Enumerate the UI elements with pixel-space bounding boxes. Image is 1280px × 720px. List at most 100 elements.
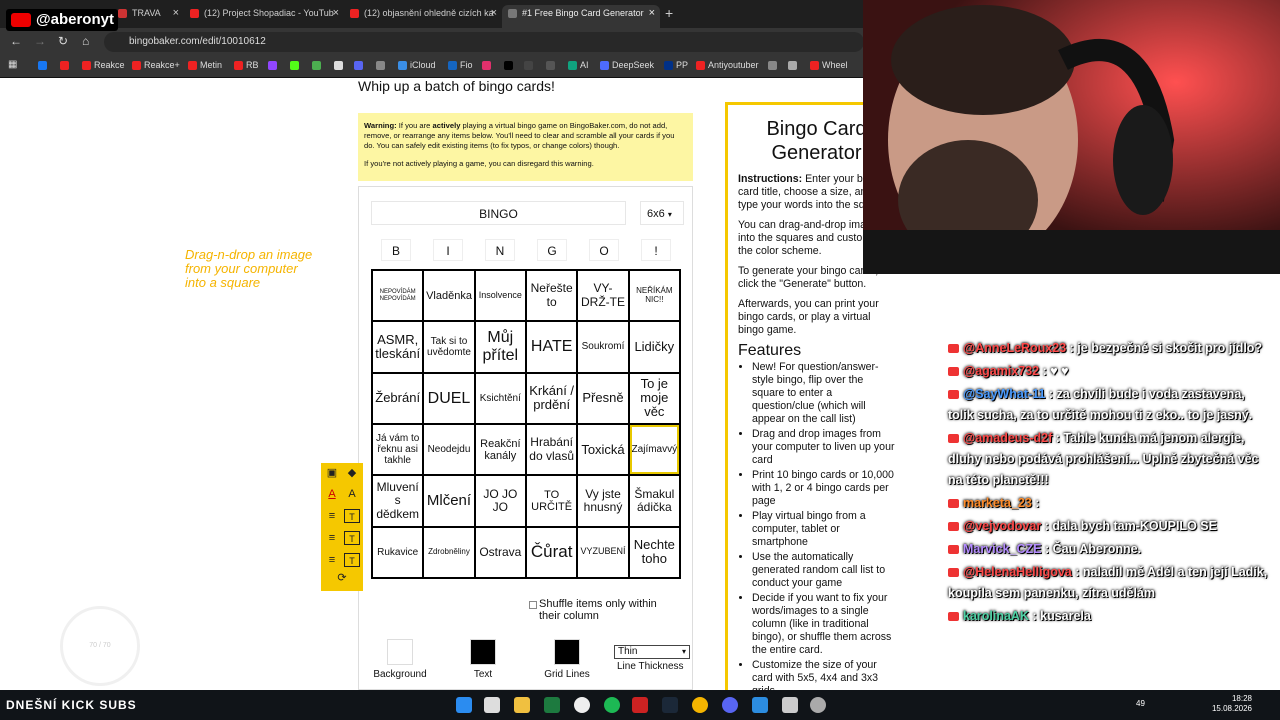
bingo-cell[interactable]: JO JO JO bbox=[474, 475, 526, 527]
bookmark-item[interactable]: Metin bbox=[188, 60, 222, 70]
chrome-icon[interactable] bbox=[692, 697, 708, 713]
bingo-cell[interactable]: HATE bbox=[525, 321, 578, 373]
image-icon[interactable]: ▣ bbox=[324, 466, 340, 480]
app-icon[interactable] bbox=[632, 697, 648, 713]
bingo-cell[interactable]: Reakční kanály bbox=[474, 423, 526, 476]
column-header-input[interactable]: B bbox=[381, 239, 411, 261]
refresh-icon[interactable]: ⟳ bbox=[334, 571, 350, 585]
bingo-cell[interactable]: Zajímavvý bbox=[628, 423, 680, 476]
font-size-icon[interactable]: A bbox=[344, 487, 360, 501]
bingo-cell[interactable]: Lidičky bbox=[628, 321, 680, 373]
column-header-input[interactable]: ! bbox=[641, 239, 671, 261]
bookmark-item[interactable]: RB bbox=[234, 60, 259, 70]
forward-icon[interactable]: → bbox=[34, 34, 46, 48]
text-color-icon[interactable]: A bbox=[324, 487, 340, 501]
bookmark-item[interactable]: Reakce bbox=[82, 60, 125, 70]
bingo-cell[interactable]: Šmakul ádička bbox=[628, 475, 680, 527]
bingo-cell[interactable]: Toxická bbox=[577, 423, 629, 476]
text-middle-icon[interactable]: T bbox=[344, 531, 360, 545]
back-icon[interactable]: ← bbox=[10, 34, 22, 48]
bingo-cell[interactable]: Rukavice bbox=[372, 526, 424, 578]
new-tab-button[interactable]: + bbox=[665, 5, 673, 21]
bingo-cell[interactable]: Žebrání bbox=[372, 372, 424, 424]
bingo-cell[interactable]: Můj přítel bbox=[474, 321, 526, 373]
discord-icon[interactable] bbox=[722, 697, 738, 713]
start-icon[interactable] bbox=[456, 697, 472, 713]
bingo-cell[interactable]: ASMR, tleskání bbox=[372, 321, 424, 373]
close-icon[interactable]: × bbox=[173, 5, 179, 22]
url-input[interactable]: bingobaker.com/edit/10010612 bbox=[104, 32, 864, 52]
background-color-swatch[interactable] bbox=[387, 639, 413, 665]
paint-bucket-icon[interactable]: ◆ bbox=[344, 466, 360, 480]
bookmark-item[interactable]: iCloud bbox=[398, 60, 436, 70]
shuffle-checkbox[interactable] bbox=[529, 601, 537, 609]
bingo-cell[interactable]: Ostrava bbox=[474, 526, 526, 578]
bingo-cell[interactable]: Neodejdu bbox=[423, 423, 475, 476]
spotify-icon[interactable] bbox=[604, 697, 620, 713]
column-header-input[interactable]: G bbox=[537, 239, 567, 261]
app-icon[interactable] bbox=[810, 697, 826, 713]
bingo-cell[interactable]: Přesně bbox=[577, 372, 629, 424]
screenshot-app-icon[interactable] bbox=[484, 697, 500, 713]
reload-icon[interactable]: ↻ bbox=[58, 34, 68, 48]
grid-size-select[interactable]: 6x6 ▾ bbox=[640, 201, 684, 225]
excel-icon[interactable] bbox=[544, 697, 560, 713]
card-title-input[interactable]: BINGO bbox=[371, 201, 626, 225]
column-header-input[interactable]: N bbox=[485, 239, 515, 261]
bingo-cell[interactable]: Já vám to řeknu asi takhle bbox=[372, 423, 424, 476]
bingo-cell[interactable]: Mlčení bbox=[423, 475, 475, 527]
bingo-cell[interactable]: VY-DRŽ-TE bbox=[577, 270, 629, 322]
browser-tab[interactable]: #1 Free Bingo Card Generator × bbox=[502, 5, 660, 28]
edge-icon[interactable] bbox=[752, 697, 768, 713]
bookmark-item[interactable]: Fio bbox=[448, 60, 473, 70]
bookmark-item[interactable]: Wheel bbox=[810, 60, 848, 70]
align-bottom-icon[interactable]: ≡ bbox=[324, 553, 340, 567]
app-icon[interactable] bbox=[782, 697, 798, 713]
browser-tab[interactable]: (12) Project Shopadiac - YouTub × bbox=[184, 5, 344, 28]
bingo-cell[interactable]: NEPOVÍDÁM NEPOVÍDÁM bbox=[372, 270, 424, 322]
bingo-cell[interactable]: Hrabání do vlasů bbox=[525, 423, 578, 476]
bingo-cell[interactable]: Neřešte to bbox=[525, 270, 578, 322]
bingo-cell[interactable]: To je moje věc bbox=[628, 372, 680, 424]
browser-tab[interactable]: (12) objasnění ohledně cizích ka × bbox=[344, 5, 502, 28]
bingo-cell[interactable]: Vladěnka bbox=[423, 270, 475, 322]
bingo-cell[interactable]: Čůrat bbox=[525, 526, 578, 578]
text-bottom-icon[interactable]: T bbox=[344, 553, 360, 567]
bingo-cell[interactable]: Insolvence bbox=[474, 270, 526, 322]
bookmark-item[interactable]: AI bbox=[568, 60, 589, 70]
home-icon[interactable]: ⌂ bbox=[82, 34, 89, 48]
text-color-swatch[interactable] bbox=[470, 639, 496, 665]
text-top-icon[interactable]: T bbox=[344, 509, 360, 523]
close-icon[interactable]: × bbox=[333, 5, 339, 22]
line-thickness-select[interactable]: Thin ▾ bbox=[614, 645, 690, 659]
bingo-cell[interactable]: Krkání / prdění bbox=[525, 372, 578, 424]
apps-grid-icon[interactable]: ▦ bbox=[8, 59, 17, 70]
column-header-input[interactable]: I bbox=[433, 239, 463, 261]
bookmark-item[interactable]: DeepSeek bbox=[600, 60, 654, 70]
shuffle-option[interactable]: Shuffle items only within their column bbox=[529, 598, 679, 622]
steam-icon[interactable] bbox=[662, 697, 678, 713]
bingo-cell[interactable]: Zdrobněliny bbox=[423, 526, 475, 578]
gridlines-color-swatch[interactable] bbox=[554, 639, 580, 665]
file-explorer-icon[interactable] bbox=[514, 697, 530, 713]
bingo-cell[interactable]: DUEL bbox=[423, 372, 475, 424]
align-top-icon[interactable]: ≡ bbox=[324, 509, 340, 523]
align-middle-icon[interactable]: ≡ bbox=[324, 531, 340, 545]
bookmark-item[interactable]: PP bbox=[664, 60, 688, 70]
bingo-cell[interactable]: Mluvení s dědkem bbox=[372, 475, 424, 527]
bingo-cell[interactable]: Nechte toho bbox=[628, 526, 680, 578]
bingo-cell[interactable]: VYZUBENÍ bbox=[577, 526, 629, 578]
bingo-cell[interactable]: Soukromí bbox=[577, 321, 629, 373]
close-icon[interactable]: × bbox=[491, 5, 497, 22]
bingo-cell[interactable]: Ksichtění bbox=[474, 372, 526, 424]
bingo-cell[interactable]: Vy jste hnusný bbox=[577, 475, 629, 527]
browser-tab[interactable]: TRAVA × bbox=[112, 5, 184, 28]
bookmark-item[interactable]: Antiyoutuber bbox=[696, 60, 759, 70]
close-icon[interactable]: × bbox=[649, 5, 655, 22]
app-icon[interactable] bbox=[574, 697, 590, 713]
column-header-input[interactable]: O bbox=[589, 239, 619, 261]
bookmark-item[interactable]: Reakce+ bbox=[132, 60, 180, 70]
bingo-cell[interactable]: NEŘÍKÁM NIC!! bbox=[628, 270, 680, 322]
bingo-cell[interactable]: Tak si to uvědomte bbox=[423, 321, 475, 373]
system-clock[interactable]: 18:28 15.08.2026 bbox=[1206, 694, 1252, 714]
